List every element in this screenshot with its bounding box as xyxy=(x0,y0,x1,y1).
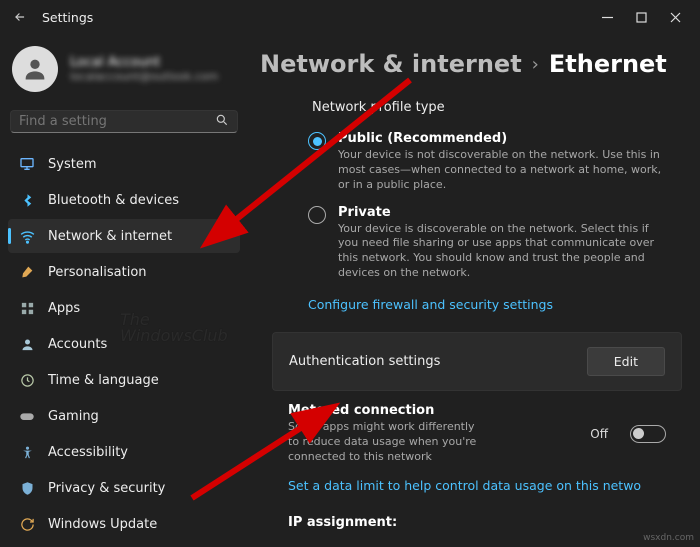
search-box[interactable] xyxy=(10,110,238,133)
nav-label: Bluetooth & devices xyxy=(48,193,179,208)
nav-system[interactable]: System xyxy=(8,147,240,181)
edit-button[interactable]: Edit xyxy=(587,347,665,376)
shield-icon xyxy=(18,479,36,497)
apps-icon xyxy=(18,299,36,317)
metered-row: Metered connection Some apps might work … xyxy=(252,391,688,469)
system-icon xyxy=(18,155,36,173)
auth-settings-row[interactable]: Authentication settings Edit xyxy=(272,332,682,391)
nav-accessibility[interactable]: Accessibility xyxy=(8,435,240,469)
back-button[interactable] xyxy=(8,5,32,29)
close-button[interactable] xyxy=(658,3,692,31)
option-title: Public (Recommended) xyxy=(338,131,668,146)
nav-privacy[interactable]: Privacy & security xyxy=(8,471,240,505)
sidebar: Local Account localaccount@outlook.com S… xyxy=(0,34,248,547)
nav-time[interactable]: Time & language xyxy=(8,363,240,397)
nav-label: Accessibility xyxy=(48,445,128,460)
nav-gaming[interactable]: Gaming xyxy=(8,399,240,433)
breadcrumb: Network & internet › Ethernet xyxy=(252,40,688,96)
breadcrumb-parent[interactable]: Network & internet xyxy=(260,50,522,78)
nav-label: Apps xyxy=(48,301,80,316)
option-desc: Your device is not discoverable on the n… xyxy=(338,148,668,193)
nav-label: Network & internet xyxy=(48,229,172,244)
gaming-icon xyxy=(18,407,36,425)
maximize-button[interactable] xyxy=(624,3,658,31)
search-icon xyxy=(215,112,229,131)
metered-desc: Some apps might work differently to redu… xyxy=(288,420,478,465)
accessibility-icon xyxy=(18,443,36,461)
clock-icon xyxy=(18,371,36,389)
auth-title: Authentication settings xyxy=(289,354,440,369)
nav-label: Accounts xyxy=(48,337,107,352)
window-controls xyxy=(590,3,692,31)
title-bar: Settings xyxy=(0,0,700,34)
nav-label: Windows Update xyxy=(48,517,157,532)
firewall-link[interactable]: Configure firewall and security settings xyxy=(252,287,688,322)
nav-network[interactable]: Network & internet xyxy=(8,219,240,253)
profile-text: Local Account localaccount@outlook.com xyxy=(70,55,218,83)
profile-name: Local Account xyxy=(70,55,218,70)
toggle-state: Off xyxy=(590,427,608,441)
metered-title: Metered connection xyxy=(288,403,570,418)
search-input[interactable] xyxy=(19,114,215,129)
nav-personalisation[interactable]: Personalisation xyxy=(8,255,240,289)
nav-apps[interactable]: Apps xyxy=(8,291,240,325)
radio-public[interactable]: Public (Recommended) Your device is not … xyxy=(252,125,688,199)
brush-icon xyxy=(18,263,36,281)
profile-email: localaccount@outlook.com xyxy=(70,70,218,83)
breadcrumb-current: Ethernet xyxy=(549,50,667,78)
option-title: Private xyxy=(338,205,668,220)
chevron-right-icon: › xyxy=(532,54,539,75)
person-icon xyxy=(18,335,36,353)
nav-bluetooth[interactable]: Bluetooth & devices xyxy=(8,183,240,217)
nav-label: Time & language xyxy=(48,373,159,388)
nav-label: Privacy & security xyxy=(48,481,165,496)
metered-toggle[interactable] xyxy=(630,425,666,443)
radio-button[interactable] xyxy=(308,132,326,150)
ip-assignment-label: IP assignment: xyxy=(252,503,688,530)
nav-accounts[interactable]: Accounts xyxy=(8,327,240,361)
radio-private[interactable]: Private Your device is discoverable on t… xyxy=(252,199,688,287)
nav-label: System xyxy=(48,157,96,172)
network-profile-type-label: Network profile type xyxy=(252,96,688,125)
update-icon xyxy=(18,515,36,533)
main-pane[interactable]: Network & internet › Ethernet Network pr… xyxy=(248,34,700,547)
data-limit-link[interactable]: Set a data limit to help control data us… xyxy=(252,468,688,503)
minimize-button[interactable] xyxy=(590,3,624,31)
nav-label: Personalisation xyxy=(48,265,147,280)
profile-block[interactable]: Local Account localaccount@outlook.com xyxy=(8,40,240,106)
window-title: Settings xyxy=(42,10,590,25)
radio-button[interactable] xyxy=(308,206,326,224)
source-watermark: wsxdn.com xyxy=(643,533,694,543)
avatar xyxy=(12,46,58,92)
nav-list: System Bluetooth & devices Network & int… xyxy=(8,147,240,541)
wifi-icon xyxy=(18,227,36,245)
nav-label: Gaming xyxy=(48,409,99,424)
bluetooth-icon xyxy=(18,191,36,209)
option-desc: Your device is discoverable on the netwo… xyxy=(338,222,668,281)
nav-update[interactable]: Windows Update xyxy=(8,507,240,541)
